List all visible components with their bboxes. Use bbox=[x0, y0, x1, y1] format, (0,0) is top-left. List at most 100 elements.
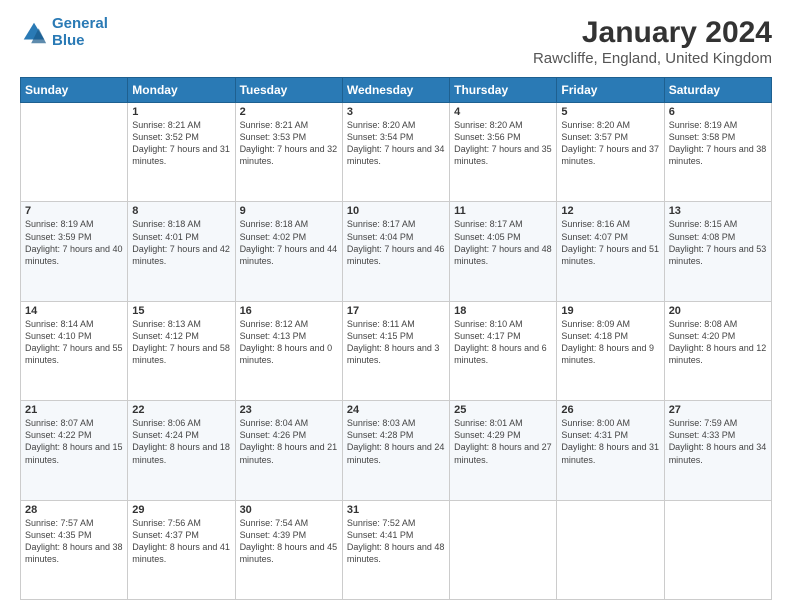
day-info: Sunrise: 8:20 AMSunset: 3:56 PMDaylight:… bbox=[454, 119, 552, 168]
table-row: 21Sunrise: 8:07 AMSunset: 4:22 PMDayligh… bbox=[21, 401, 128, 500]
table-row: 11Sunrise: 8:17 AMSunset: 4:05 PMDayligh… bbox=[450, 202, 557, 301]
col-sunday: Sunday bbox=[21, 78, 128, 103]
day-number: 30 bbox=[240, 504, 338, 516]
table-row: 20Sunrise: 8:08 AMSunset: 4:20 PMDayligh… bbox=[664, 301, 771, 400]
table-row: 12Sunrise: 8:16 AMSunset: 4:07 PMDayligh… bbox=[557, 202, 664, 301]
day-number: 8 bbox=[132, 205, 230, 217]
table-row: 13Sunrise: 8:15 AMSunset: 4:08 PMDayligh… bbox=[664, 202, 771, 301]
day-info: Sunrise: 8:16 AMSunset: 4:07 PMDaylight:… bbox=[561, 218, 659, 267]
day-info: Sunrise: 8:14 AMSunset: 4:10 PMDaylight:… bbox=[25, 318, 123, 367]
table-row: 16Sunrise: 8:12 AMSunset: 4:13 PMDayligh… bbox=[235, 301, 342, 400]
col-monday: Monday bbox=[128, 78, 235, 103]
day-info: Sunrise: 8:00 AMSunset: 4:31 PMDaylight:… bbox=[561, 417, 659, 466]
day-info: Sunrise: 7:57 AMSunset: 4:35 PMDaylight:… bbox=[25, 517, 123, 566]
day-info: Sunrise: 8:18 AMSunset: 4:02 PMDaylight:… bbox=[240, 218, 338, 267]
day-info: Sunrise: 8:10 AMSunset: 4:17 PMDaylight:… bbox=[454, 318, 552, 367]
day-number: 23 bbox=[240, 404, 338, 416]
table-row: 25Sunrise: 8:01 AMSunset: 4:29 PMDayligh… bbox=[450, 401, 557, 500]
col-friday: Friday bbox=[557, 78, 664, 103]
logo-line2: Blue bbox=[52, 32, 85, 49]
table-row bbox=[450, 500, 557, 599]
day-info: Sunrise: 7:54 AMSunset: 4:39 PMDaylight:… bbox=[240, 517, 338, 566]
table-row: 19Sunrise: 8:09 AMSunset: 4:18 PMDayligh… bbox=[557, 301, 664, 400]
calendar-week-row: 14Sunrise: 8:14 AMSunset: 4:10 PMDayligh… bbox=[21, 301, 772, 400]
day-number: 17 bbox=[347, 305, 445, 317]
day-number: 31 bbox=[347, 504, 445, 516]
day-info: Sunrise: 8:09 AMSunset: 4:18 PMDaylight:… bbox=[561, 318, 659, 367]
table-row: 1Sunrise: 8:21 AMSunset: 3:52 PMDaylight… bbox=[128, 103, 235, 202]
day-number: 29 bbox=[132, 504, 230, 516]
logo: General Blue bbox=[20, 16, 108, 49]
day-info: Sunrise: 8:08 AMSunset: 4:20 PMDaylight:… bbox=[669, 318, 767, 367]
logo-line1: General bbox=[52, 15, 108, 32]
day-info: Sunrise: 8:19 AMSunset: 3:58 PMDaylight:… bbox=[669, 119, 767, 168]
day-number: 13 bbox=[669, 205, 767, 217]
table-row: 24Sunrise: 8:03 AMSunset: 4:28 PMDayligh… bbox=[342, 401, 449, 500]
table-row: 27Sunrise: 7:59 AMSunset: 4:33 PMDayligh… bbox=[664, 401, 771, 500]
day-info: Sunrise: 7:59 AMSunset: 4:33 PMDaylight:… bbox=[669, 417, 767, 466]
col-saturday: Saturday bbox=[664, 78, 771, 103]
day-number: 10 bbox=[347, 205, 445, 217]
day-number: 21 bbox=[25, 404, 123, 416]
table-row: 14Sunrise: 8:14 AMSunset: 4:10 PMDayligh… bbox=[21, 301, 128, 400]
col-thursday: Thursday bbox=[450, 78, 557, 103]
table-row: 15Sunrise: 8:13 AMSunset: 4:12 PMDayligh… bbox=[128, 301, 235, 400]
day-number: 16 bbox=[240, 305, 338, 317]
day-number: 11 bbox=[454, 205, 552, 217]
day-info: Sunrise: 8:04 AMSunset: 4:26 PMDaylight:… bbox=[240, 417, 338, 466]
header: General Blue January 2024 Rawcliffe, Eng… bbox=[20, 16, 772, 67]
table-row: 7Sunrise: 8:19 AMSunset: 3:59 PMDaylight… bbox=[21, 202, 128, 301]
table-row bbox=[557, 500, 664, 599]
table-row: 9Sunrise: 8:18 AMSunset: 4:02 PMDaylight… bbox=[235, 202, 342, 301]
day-info: Sunrise: 8:17 AMSunset: 4:04 PMDaylight:… bbox=[347, 218, 445, 267]
day-info: Sunrise: 8:06 AMSunset: 4:24 PMDaylight:… bbox=[132, 417, 230, 466]
day-number: 14 bbox=[25, 305, 123, 317]
table-row: 18Sunrise: 8:10 AMSunset: 4:17 PMDayligh… bbox=[450, 301, 557, 400]
day-info: Sunrise: 8:17 AMSunset: 4:05 PMDaylight:… bbox=[454, 218, 552, 267]
day-info: Sunrise: 8:18 AMSunset: 4:01 PMDaylight:… bbox=[132, 218, 230, 267]
day-number: 4 bbox=[454, 106, 552, 118]
table-row: 5Sunrise: 8:20 AMSunset: 3:57 PMDaylight… bbox=[557, 103, 664, 202]
calendar-header-row: Sunday Monday Tuesday Wednesday Thursday… bbox=[21, 78, 772, 103]
page: General Blue January 2024 Rawcliffe, Eng… bbox=[0, 0, 792, 612]
day-number: 22 bbox=[132, 404, 230, 416]
table-row: 10Sunrise: 8:17 AMSunset: 4:04 PMDayligh… bbox=[342, 202, 449, 301]
table-row: 2Sunrise: 8:21 AMSunset: 3:53 PMDaylight… bbox=[235, 103, 342, 202]
day-info: Sunrise: 8:19 AMSunset: 3:59 PMDaylight:… bbox=[25, 218, 123, 267]
day-number: 15 bbox=[132, 305, 230, 317]
day-number: 24 bbox=[347, 404, 445, 416]
table-row: 4Sunrise: 8:20 AMSunset: 3:56 PMDaylight… bbox=[450, 103, 557, 202]
day-info: Sunrise: 8:20 AMSunset: 3:57 PMDaylight:… bbox=[561, 119, 659, 168]
table-row: 17Sunrise: 8:11 AMSunset: 4:15 PMDayligh… bbox=[342, 301, 449, 400]
day-info: Sunrise: 8:15 AMSunset: 4:08 PMDaylight:… bbox=[669, 218, 767, 267]
day-number: 6 bbox=[669, 106, 767, 118]
table-row: 6Sunrise: 8:19 AMSunset: 3:58 PMDaylight… bbox=[664, 103, 771, 202]
logo-icon bbox=[20, 19, 48, 47]
day-number: 3 bbox=[347, 106, 445, 118]
table-row: 30Sunrise: 7:54 AMSunset: 4:39 PMDayligh… bbox=[235, 500, 342, 599]
day-info: Sunrise: 8:21 AMSunset: 3:53 PMDaylight:… bbox=[240, 119, 338, 168]
table-row: 23Sunrise: 8:04 AMSunset: 4:26 PMDayligh… bbox=[235, 401, 342, 500]
day-number: 5 bbox=[561, 106, 659, 118]
calendar-week-row: 21Sunrise: 8:07 AMSunset: 4:22 PMDayligh… bbox=[21, 401, 772, 500]
day-number: 18 bbox=[454, 305, 552, 317]
day-number: 7 bbox=[25, 205, 123, 217]
calendar-table: Sunday Monday Tuesday Wednesday Thursday… bbox=[20, 77, 772, 600]
day-info: Sunrise: 8:20 AMSunset: 3:54 PMDaylight:… bbox=[347, 119, 445, 168]
day-info: Sunrise: 7:52 AMSunset: 4:41 PMDaylight:… bbox=[347, 517, 445, 566]
day-info: Sunrise: 8:03 AMSunset: 4:28 PMDaylight:… bbox=[347, 417, 445, 466]
table-row: 8Sunrise: 8:18 AMSunset: 4:01 PMDaylight… bbox=[128, 202, 235, 301]
day-info: Sunrise: 8:12 AMSunset: 4:13 PMDaylight:… bbox=[240, 318, 338, 367]
table-row bbox=[21, 103, 128, 202]
subtitle: Rawcliffe, England, United Kingdom bbox=[533, 50, 772, 67]
day-number: 1 bbox=[132, 106, 230, 118]
day-number: 19 bbox=[561, 305, 659, 317]
day-number: 9 bbox=[240, 205, 338, 217]
calendar-week-row: 7Sunrise: 8:19 AMSunset: 3:59 PMDaylight… bbox=[21, 202, 772, 301]
col-wednesday: Wednesday bbox=[342, 78, 449, 103]
table-row: 26Sunrise: 8:00 AMSunset: 4:31 PMDayligh… bbox=[557, 401, 664, 500]
day-number: 27 bbox=[669, 404, 767, 416]
table-row: 28Sunrise: 7:57 AMSunset: 4:35 PMDayligh… bbox=[21, 500, 128, 599]
day-number: 28 bbox=[25, 504, 123, 516]
day-info: Sunrise: 7:56 AMSunset: 4:37 PMDaylight:… bbox=[132, 517, 230, 566]
